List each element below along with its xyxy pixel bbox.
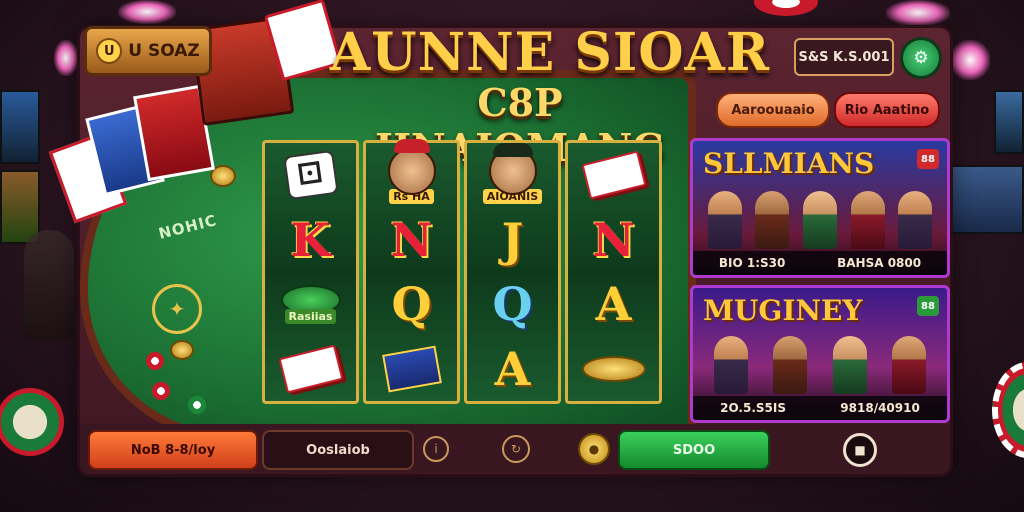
- playing-cards-decoration: [48, 84, 215, 224]
- hat-icon: Rasiias: [271, 274, 351, 334]
- reel-symbol-letter: J: [501, 212, 524, 267]
- promo-stat-left: 2O.5.S5IS: [720, 401, 786, 415]
- reel-symbol-letter: N: [390, 212, 433, 267]
- reel-symbol-letter: A: [494, 341, 531, 396]
- poker-chip-icon: [0, 388, 64, 456]
- chip-icon: [188, 396, 206, 414]
- promo-stats: 2O.5.S5IS 9818/40910: [693, 396, 947, 420]
- promo-stats: BIO 1:S30 BAHSA 0800: [693, 251, 947, 275]
- ceiling-light: [950, 40, 990, 80]
- reel-symbol-letter: A: [595, 277, 632, 332]
- card-icon: [574, 145, 654, 205]
- mode-button-a[interactable]: Aaroouaaio: [716, 92, 830, 128]
- promo-badge: 88: [917, 296, 939, 316]
- background-person: [24, 230, 74, 340]
- man-face-icon: AIOANIS: [473, 142, 553, 205]
- chip-icon: [152, 382, 170, 400]
- chip-icon: [146, 352, 164, 370]
- woman-face-icon: Rs HA: [372, 138, 452, 205]
- background-tv-screen: [950, 165, 1024, 234]
- autoplay-button[interactable]: Ooslaiob: [262, 430, 414, 470]
- logo-badge[interactable]: U U SOAZ: [84, 26, 212, 76]
- symbol-label: Rasiias: [284, 308, 337, 324]
- card-icon: [271, 339, 351, 399]
- reel-column: K Rasiias: [262, 140, 359, 404]
- bet-button[interactable]: NoB 8-8/loy: [88, 430, 258, 470]
- ceiling-light: [54, 40, 78, 76]
- spin-button[interactable]: SDOO: [618, 430, 770, 470]
- promo-card[interactable]: MUGINEY 88 2O.5.S5IS 9818/40910: [690, 285, 950, 423]
- balance-display: S&S K.S.001: [794, 38, 894, 76]
- coin-icon: [170, 340, 194, 360]
- promo-stat-right: 9818/40910: [840, 401, 920, 415]
- reel-symbol-letter: Q: [492, 277, 533, 332]
- reel-symbol-letter: K: [290, 212, 331, 267]
- logo-coin-icon: U: [96, 38, 123, 64]
- settings-button[interactable]: ⚙: [900, 37, 942, 79]
- logo-text: U SOAZ: [128, 41, 200, 61]
- mode-button-b[interactable]: Rio Aaatino: [834, 92, 940, 128]
- promo-characters: [701, 330, 939, 394]
- promo-badge: 88: [917, 149, 939, 169]
- coin-icon[interactable]: ●: [578, 433, 610, 465]
- compass-icon: ✦: [152, 284, 202, 334]
- reel-symbol-letter: N: [592, 212, 635, 267]
- book-icon: [372, 339, 452, 399]
- reel-column: AIOANIS J Q A: [464, 140, 561, 404]
- background-tv-screen: [0, 90, 40, 164]
- reel-symbol-letter: Q: [391, 277, 432, 332]
- reel-column: Rs HA N Q: [363, 138, 460, 404]
- coin-icon: [574, 339, 654, 399]
- reel-column: NA: [565, 140, 662, 404]
- promo-title: MUGINEY: [703, 294, 863, 327]
- ceiling-light: [886, 0, 950, 26]
- promo-title: SLLMIANS: [703, 147, 875, 180]
- turbo-icon[interactable]: ↻: [502, 435, 530, 463]
- dice-icon: [271, 145, 351, 205]
- background-tv-screen: [994, 90, 1024, 154]
- promo-characters: [701, 185, 939, 249]
- info-icon[interactable]: i: [423, 436, 449, 462]
- gear-icon: ⚙: [913, 48, 929, 68]
- stop-icon[interactable]: ■: [843, 433, 877, 467]
- poker-chip-icon: [992, 362, 1024, 458]
- promo-stat-right: BAHSA 0800: [837, 256, 922, 270]
- poker-chip-icon: [754, 0, 818, 16]
- promo-card[interactable]: SLLMIANS 88 BIO 1:S30 BAHSA 0800: [690, 138, 950, 278]
- promo-stat-left: BIO 1:S30: [718, 256, 786, 270]
- game-title: AUNNE SIOAR: [329, 22, 771, 83]
- slot-reels: KRasiiasRs HANQAIOANISJQANA: [262, 138, 662, 404]
- ceiling-light: [118, 0, 176, 24]
